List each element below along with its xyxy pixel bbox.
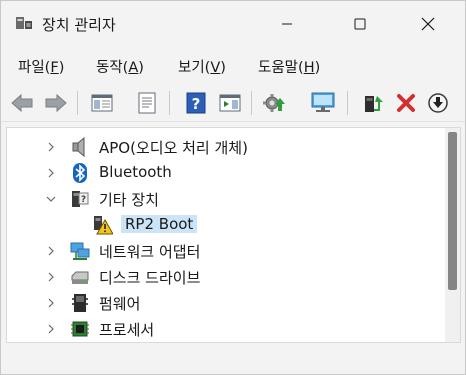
tree-item-label: APO(오디오 처리 개체) [99,139,248,157]
minimize-icon [282,23,292,25]
help-button[interactable]: ? [183,90,209,116]
vertical-scrollbar[interactable] [445,128,460,342]
tree-item-label: 디스크 드라이브 [99,269,201,287]
tree-item-disk-drives[interactable]: 디스크 드라이브 [7,264,437,290]
toolbar-separator [347,91,348,115]
tree-item-label: 네트워크 어댑터 [99,243,201,261]
disable-device-button[interactable] [425,90,451,116]
network-adapter-icon [70,242,90,260]
chevron-right-icon[interactable] [43,295,59,311]
device-tree[interactable]: APO(오디오 처리 개체) Bluetooth ? 기타 장치 RP2 Boo… [6,127,461,343]
forward-button[interactable] [43,90,69,116]
scan-hardware-button[interactable] [262,90,288,116]
disable-device-icon [428,93,448,113]
chevron-right-icon[interactable] [43,139,59,155]
unknown-device-icon: ? [72,191,89,207]
menu-view[interactable]: 보기(V) [178,56,226,77]
menu-help[interactable]: 도움말(H) [258,56,320,77]
bluetooth-icon [73,163,87,183]
tree-item-bluetooth[interactable]: Bluetooth [7,160,437,186]
chevron-right-icon[interactable] [43,321,59,337]
minimize-button[interactable] [264,1,310,47]
toolbar-separator [77,91,78,115]
disk-drive-icon [71,271,89,284]
chevron-down-icon[interactable] [43,191,59,207]
menu-file[interactable]: 파일(F) [18,56,64,77]
firmware-icon [72,294,88,312]
computer-monitor-icon [311,92,335,112]
scrollbar-thumb[interactable] [448,132,457,290]
back-arrow-icon [11,93,33,113]
tree-item-apo[interactable]: APO(오디오 처리 개체) [7,134,437,160]
properties-icon [138,92,156,114]
maximize-button[interactable] [337,1,383,47]
uninstall-device-button[interactable] [393,90,419,116]
toolbar: ? [1,85,465,122]
tree-item-label: Bluetooth [99,163,172,181]
maximize-icon [354,18,366,30]
close-button[interactable] [405,1,451,47]
window-title: 장치 관리자 [42,16,116,34]
tree-item-processors[interactable]: 프로세서 [7,316,437,342]
warning-device-icon [94,216,113,235]
uninstall-device-icon [397,94,415,112]
back-button[interactable] [9,90,35,116]
properties-button[interactable] [134,90,160,116]
device-manager-app-icon [16,17,32,29]
tree-item-firmware[interactable]: 펌웨어 [7,290,437,316]
chevron-right-icon[interactable] [43,165,59,181]
update-driver-icon [365,96,383,112]
update-driver-button[interactable] [361,90,387,116]
tree-item-label: 기타 장치 [99,191,159,209]
scan-hardware-icon [263,94,285,112]
show-hide-tree-icon [91,94,113,112]
tree-item-label: 프로세서 [99,321,155,339]
menu-bar: 파일(F) 동작(A) 보기(V) 도움말(H) [1,47,465,85]
tree-item-network-adapters[interactable]: 네트워크 어댑터 [7,238,437,264]
show-hide-console-tree-button[interactable] [89,90,115,116]
action-pane-icon [219,94,241,112]
tree-item-other-devices[interactable]: ? 기타 장치 [7,186,437,212]
chevron-right-icon[interactable] [43,269,59,285]
tree-item-label: RP2 Boot [121,215,198,233]
processor-icon [71,321,89,337]
chevron-right-icon[interactable] [43,243,59,259]
device-manager-window: 장치 관리자 파일(F) 동작(A) 보기(V) 도움말(H) ? APO(오디… [0,0,466,375]
svg-text:?: ? [81,195,86,205]
toolbar-separator [169,91,170,115]
title-bar: 장치 관리자 [1,1,465,47]
svg-text:?: ? [192,95,201,113]
toolbar-separator [251,91,252,115]
forward-arrow-icon [45,93,67,113]
tree-item-label: 펌웨어 [99,295,141,313]
menu-action[interactable]: 동작(A) [96,56,144,77]
action-pane-button[interactable] [217,90,243,116]
close-icon [421,17,435,31]
status-bar [6,342,459,369]
tree-item-rp2-boot[interactable]: RP2 Boot [7,212,437,238]
computer-button[interactable] [310,90,336,116]
help-icon: ? [186,92,206,114]
speaker-icon [72,137,85,157]
